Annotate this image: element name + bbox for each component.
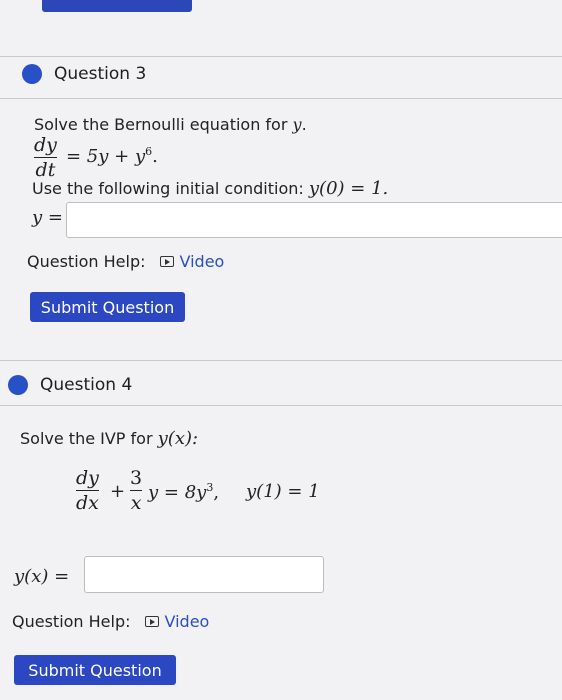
question-prompt: Solve the IVP for y(x):: [20, 428, 199, 449]
derivative-fraction: dy dx: [76, 467, 99, 514]
question-title: Question 3: [54, 64, 147, 84]
video-play-icon: [159, 256, 174, 267]
question-prompt: Solve the Bernoulli equation for y.: [34, 115, 307, 134]
equation-rhs: y = 8y3,: [148, 481, 220, 503]
submit-question-button[interactable]: Submit Question: [14, 655, 176, 685]
divider: [0, 405, 562, 406]
plus-sign: +: [110, 481, 126, 502]
answer-input[interactable]: [66, 202, 562, 238]
homework-page: Question 3 Solve the Bernoulli equation …: [0, 0, 562, 700]
answer-input[interactable]: [84, 556, 324, 593]
answer-label: y(x) =: [14, 566, 70, 587]
video-link[interactable]: Video: [144, 612, 210, 631]
divider: [0, 56, 562, 57]
coefficient-fraction: 3 x: [130, 467, 143, 514]
question-4-header: Question 4: [8, 375, 132, 395]
question-help: Question Help: Video: [27, 252, 224, 271]
initial-condition: Use the following initial condition: y(0…: [32, 178, 389, 199]
answer-label: y =: [32, 207, 63, 228]
video-label: Video: [179, 252, 225, 271]
question-title: Question 4: [40, 375, 133, 395]
divider: [0, 360, 562, 361]
equation-rhs: = 5y + y6.: [66, 145, 158, 167]
question-status-dot-icon: [8, 375, 28, 395]
video-label: Video: [164, 612, 210, 631]
question-3-header: Question 3: [22, 64, 146, 84]
divider: [0, 98, 562, 99]
question-help-label: Question Help:: [27, 252, 146, 271]
question-help-label: Question Help:: [12, 612, 131, 631]
question-status-dot-icon: [22, 64, 42, 84]
question-help: Question Help: Video: [12, 612, 209, 631]
submit-question-button[interactable]: Submit Question: [30, 292, 185, 322]
derivative-fraction: dy dt: [34, 134, 57, 181]
previous-submit-button[interactable]: [42, 0, 192, 12]
video-link[interactable]: Video: [159, 252, 225, 271]
video-play-icon: [144, 616, 159, 627]
initial-condition: y(1) = 1: [246, 481, 320, 502]
